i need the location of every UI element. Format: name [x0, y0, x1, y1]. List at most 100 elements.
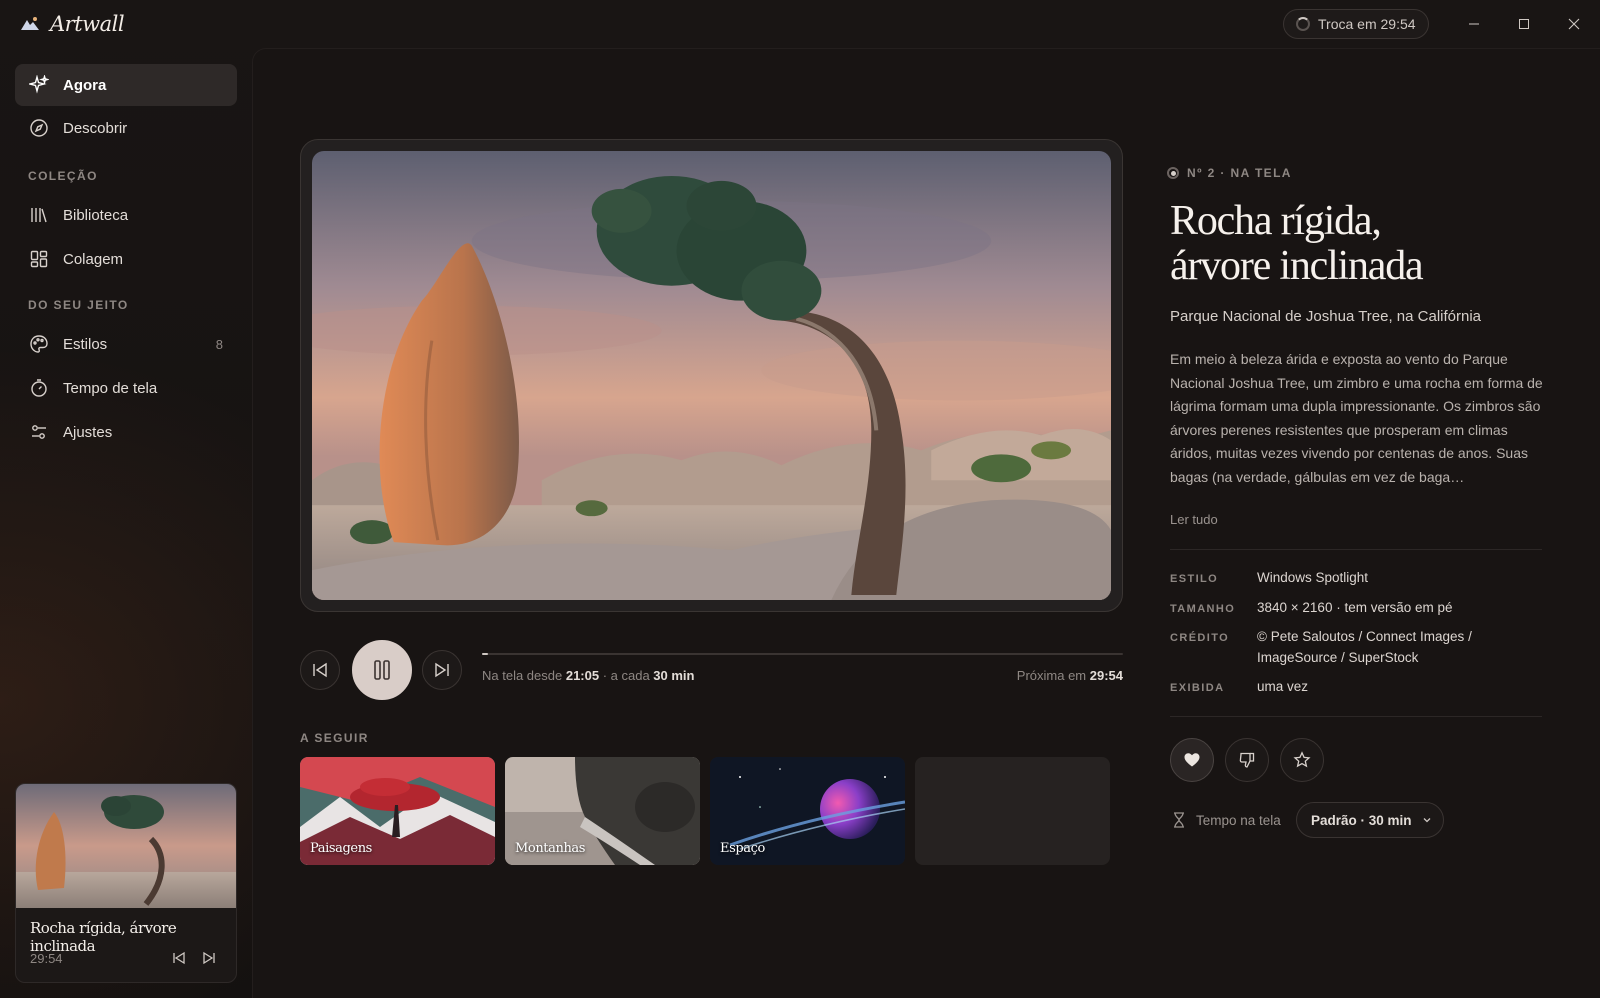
sidebar-item-agora[interactable]: Agora	[15, 64, 237, 106]
up-next-item[interactable]: Montanhas	[505, 757, 700, 865]
skip-back-icon	[173, 951, 185, 965]
meta-value-shown: uma vez	[1257, 679, 1309, 694]
screen-time-select[interactable]: Padrão · 30 min	[1296, 802, 1444, 838]
rotation-progress-bar[interactable]	[482, 653, 1123, 655]
sliders-icon	[29, 422, 49, 442]
app-name: Artwall	[50, 12, 125, 36]
dislike-button[interactable]	[1225, 738, 1269, 782]
styles-count-badge: 8	[215, 336, 223, 352]
heart-icon	[1184, 753, 1200, 767]
up-next-label-text: Paisagens	[310, 841, 372, 856]
pause-button[interactable]	[352, 640, 412, 700]
artwork-title: Rocha rígida, árvore inclinada	[1170, 199, 1550, 289]
palette-icon	[29, 334, 49, 354]
chevron-down-icon	[1423, 818, 1431, 823]
sidebar-item-estilos[interactable]: Estilos 8	[15, 323, 237, 365]
thumbs-down-icon	[1239, 752, 1255, 768]
section-label-do-seu-jeito: DO SEU JEITO	[28, 298, 129, 312]
artwork-title-line: árvore inclinada	[1170, 243, 1424, 289]
close-icon	[1568, 18, 1580, 30]
screen-time-row: Tempo na tela	[1172, 812, 1281, 828]
meta-key-shown: EXIBIDA	[1170, 682, 1225, 694]
grid-icon	[29, 249, 49, 269]
sidebar: Agora Descobrir COLEÇÃO Biblioteca Colag…	[0, 48, 252, 998]
artwork-location: Parque Nacional de Joshua Tree, na Calif…	[1170, 308, 1482, 325]
up-next-item[interactable]: Espaço	[710, 757, 905, 865]
meta-key-credit: CRÉDITO	[1170, 632, 1230, 644]
mini-previous-button[interactable]	[168, 947, 190, 969]
interval-value: 30 min	[653, 668, 695, 683]
next-button[interactable]	[422, 650, 462, 690]
sidebar-item-biblioteca[interactable]: Biblioteca	[15, 194, 237, 236]
next-time: 29:54	[1089, 668, 1123, 683]
skip-forward-icon	[435, 662, 449, 678]
timer-label: Troca em 29:54	[1318, 16, 1416, 32]
compass-icon	[29, 118, 49, 138]
sparkles-icon	[29, 75, 49, 95]
skip-back-icon	[313, 662, 327, 678]
on-screen-since: Na tela desde 21:05 · a cada 30 min	[482, 668, 694, 683]
minimize-icon	[1469, 23, 1479, 25]
now-on-screen-label: Nº 2 · NA TELA	[1167, 166, 1292, 180]
mini-artwork-image	[16, 784, 236, 908]
screen-time-label: Tempo na tela	[1196, 812, 1281, 828]
up-next-item[interactable]: Paisagens	[300, 757, 495, 865]
mini-player[interactable]: Rocha rígida, árvore inclinada 29:54	[15, 783, 237, 983]
stopwatch-icon	[29, 378, 49, 398]
meta-key-size: TAMANHO	[1170, 603, 1236, 615]
maximize-icon	[1519, 19, 1529, 29]
hourglass-icon	[1174, 812, 1184, 828]
radio-dot-icon	[1167, 167, 1179, 179]
interval-prefix: · a cada	[599, 668, 654, 683]
like-button[interactable]	[1170, 738, 1214, 782]
sidebar-item-label: Estilos	[63, 335, 108, 353]
since-prefix: Na tela desde	[482, 668, 566, 683]
app-window: Artwall Troca em 29:54 Agora Descobrir C…	[0, 0, 1600, 998]
spinner-icon	[1296, 17, 1310, 31]
next-change-time: Próxima em 29:54	[980, 668, 1123, 683]
progress-fill	[482, 653, 489, 655]
up-next-label: A SEGUIR	[300, 731, 369, 745]
section-label-colecao: COLEÇÃO	[28, 169, 98, 183]
since-time: 21:05	[565, 668, 600, 683]
mini-player-time: 29:54	[30, 951, 63, 966]
sidebar-item-label: Ajustes	[63, 423, 113, 441]
sidebar-item-descobrir[interactable]: Descobrir	[15, 107, 237, 149]
meta-key-style: ESTILO	[1170, 573, 1219, 585]
artwork-title-line: Rocha rígida,	[1170, 198, 1382, 244]
favorite-button[interactable]	[1280, 738, 1324, 782]
up-next-label-text: Espaço	[720, 841, 765, 856]
sidebar-item-label: Descobrir	[63, 119, 128, 137]
up-next-placeholder	[915, 757, 1110, 865]
maximize-button[interactable]	[1501, 8, 1547, 40]
skip-forward-icon	[203, 951, 215, 965]
meta-value-size: 3840 × 2160 · tem versão em pé	[1257, 600, 1453, 615]
sidebar-item-label: Agora	[63, 76, 107, 94]
minimize-button[interactable]	[1451, 8, 1497, 40]
pause-icon	[374, 660, 390, 680]
current-artwork-frame	[300, 139, 1123, 612]
artwall-logo-icon	[21, 17, 39, 30]
mini-next-button[interactable]	[198, 947, 220, 969]
sidebar-item-label: Biblioteca	[63, 206, 129, 224]
artwork-description: Em meio à beleza árida e exposta ao vent…	[1170, 351, 1543, 485]
read-more-link[interactable]: Ler tudo	[1170, 512, 1218, 527]
divider	[1170, 716, 1542, 717]
meta-value-credit: © Pete Saloutos / Connect Images / Image…	[1257, 629, 1472, 665]
divider	[1170, 549, 1542, 550]
brand: Artwall	[20, 10, 125, 38]
previous-button[interactable]	[300, 650, 340, 690]
sidebar-item-ajustes[interactable]: Ajustes	[15, 411, 237, 453]
up-next-label-text: Montanhas	[515, 841, 586, 856]
now-on-screen-text: Nº 2 · NA TELA	[1187, 166, 1292, 180]
sidebar-item-tempo-de-tela[interactable]: Tempo de tela	[15, 367, 237, 409]
titlebar: Artwall Troca em 29:54	[0, 0, 1600, 48]
sidebar-item-label: Tempo de tela	[63, 379, 158, 397]
close-button[interactable]	[1551, 8, 1597, 40]
wallpaper-change-timer[interactable]: Troca em 29:54	[1283, 9, 1429, 39]
next-prefix: Próxima em	[1016, 668, 1090, 683]
sidebar-item-colagem[interactable]: Colagem	[15, 238, 237, 280]
screen-time-value: Padrão · 30 min	[1311, 812, 1412, 828]
current-artwork-image	[312, 151, 1111, 600]
meta-value-style: Windows Spotlight	[1257, 570, 1369, 585]
